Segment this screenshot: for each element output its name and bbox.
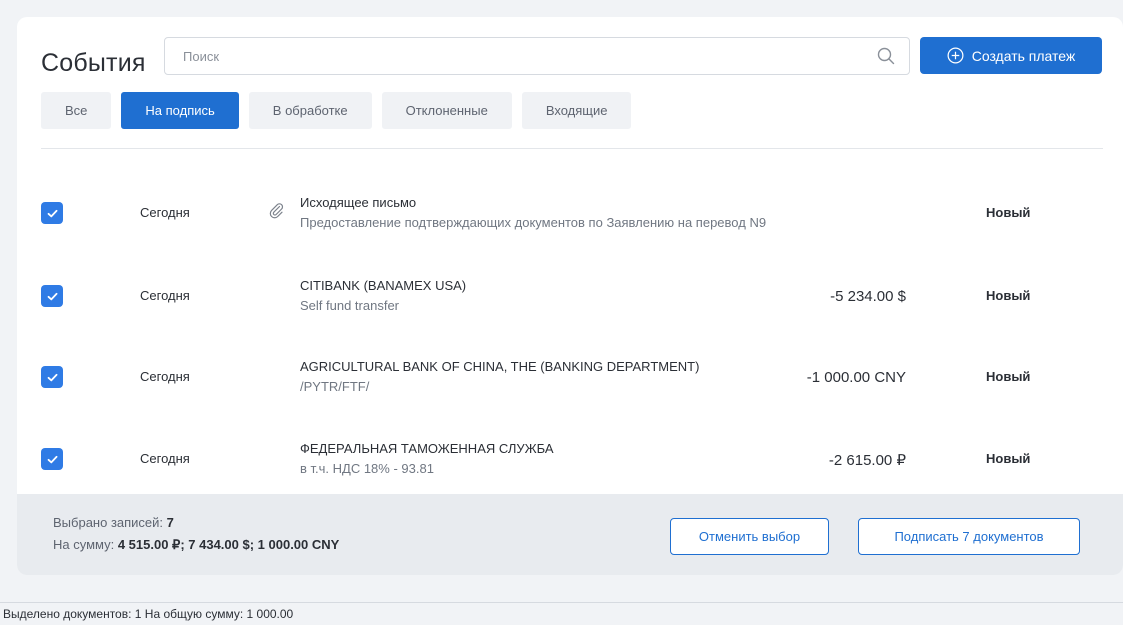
- checkmark-icon: [47, 209, 58, 217]
- selection-summary-bar: Выбрано записей: 7 На сумму: 4 515.00 ₽;…: [17, 494, 1123, 575]
- list-item[interactable]: Сегодня CITIBANK (BANAMEX USA) Self fund…: [17, 255, 1123, 337]
- row-description: CITIBANK (BANAMEX USA) Self fund transfe…: [300, 278, 466, 314]
- row-title: Исходящее письмо: [300, 195, 417, 210]
- selected-sum-value: 4 515.00 ₽; 7 434.00 $; 1 000.00 CNY: [117, 537, 340, 552]
- plus-circle-icon: [947, 47, 964, 64]
- events-panel: События Создать платеж Все На подпись В …: [17, 17, 1123, 575]
- checkmark-icon: [47, 455, 58, 463]
- row-checkbox[interactable]: [41, 202, 63, 224]
- row-description: AGRICULTURAL BANK OF CHINA, THE (BANKING…: [300, 359, 699, 395]
- row-subtitle: в т.ч. НДС 18% - 93.81: [300, 461, 434, 476]
- row-title: AGRICULTURAL BANK OF CHINA, THE (BANKING…: [300, 359, 700, 374]
- row-date: Сегодня: [140, 451, 190, 466]
- checkmark-icon: [47, 292, 58, 300]
- row-amount: -2 615.00 ₽: [828, 452, 906, 469]
- search-icon[interactable]: [877, 47, 895, 65]
- list-item[interactable]: Сегодня AGRICULTURAL BANK OF CHINA, THE …: [17, 336, 1123, 418]
- selected-sum-label: На сумму:: [53, 537, 115, 552]
- list-item[interactable]: Сегодня ФЕДЕРАЛЬНАЯ ТАМОЖЕННАЯ СЛУЖБА в …: [17, 418, 1123, 500]
- row-status: Новый: [986, 288, 1031, 303]
- selected-sum-text: На сумму: 4 515.00 ₽; 7 434.00 $; 1 000.…: [53, 537, 339, 553]
- row-date: Сегодня: [140, 369, 190, 384]
- search-box[interactable]: [164, 37, 910, 75]
- row-title: CITIBANK (BANAMEX USA): [300, 278, 467, 293]
- row-date: Сегодня: [140, 205, 190, 220]
- tab-incoming[interactable]: Входящие: [521, 92, 632, 129]
- row-checkbox[interactable]: [41, 448, 63, 470]
- row-subtitle: Предоставление подтверждающих документов…: [300, 215, 767, 230]
- row-title: ФЕДЕРАЛЬНАЯ ТАМОЖЕННАЯ СЛУЖБА: [300, 441, 554, 456]
- row-amount: -1 000.00 CNY: [806, 369, 906, 386]
- row-checkbox[interactable]: [41, 366, 63, 388]
- paperclip-icon: [269, 203, 284, 219]
- row-date: Сегодня: [140, 288, 190, 303]
- selected-count-value: 7: [166, 515, 174, 530]
- tab-all[interactable]: Все: [41, 92, 112, 129]
- sign-documents-button[interactable]: Подписать 7 документов: [858, 518, 1080, 555]
- row-status: Новый: [986, 451, 1031, 466]
- page-title: События: [41, 49, 146, 77]
- create-payment-button[interactable]: Создать платеж: [920, 37, 1102, 74]
- row-subtitle: Self fund transfer: [300, 298, 399, 313]
- tab-to-sign[interactable]: На подпись: [121, 92, 239, 129]
- row-status: Новый: [986, 205, 1031, 220]
- list-item[interactable]: Сегодня Исходящее письмо Предоставление …: [17, 172, 1123, 254]
- row-checkbox[interactable]: [41, 285, 63, 307]
- search-input[interactable]: [183, 38, 863, 74]
- tab-processing[interactable]: В обработке: [248, 92, 372, 129]
- row-description: ФЕДЕРАЛЬНАЯ ТАМОЖЕННАЯ СЛУЖБА в т.ч. НДС…: [300, 441, 554, 477]
- filter-tabs: Все На подпись В обработке Отклоненные В…: [41, 92, 632, 129]
- divider: [41, 148, 1103, 149]
- create-payment-label: Создать платеж: [971, 47, 1076, 64]
- tab-rejected[interactable]: Отклоненные: [381, 92, 512, 129]
- row-subtitle: /PYTR/FTF/: [300, 379, 370, 394]
- checkmark-icon: [47, 373, 58, 381]
- row-amount: -5 234.00 $: [830, 288, 906, 305]
- cancel-selection-button[interactable]: Отменить выбор: [670, 518, 829, 555]
- row-description: Исходящее письмо Предоставление подтверж…: [300, 195, 766, 231]
- selected-count-label: Выбрано записей:: [53, 515, 164, 530]
- row-status: Новый: [986, 369, 1031, 384]
- selected-count-text: Выбрано записей: 7: [53, 515, 174, 530]
- status-bar: Выделено документов: 1 На общую сумму: 1…: [0, 602, 1123, 625]
